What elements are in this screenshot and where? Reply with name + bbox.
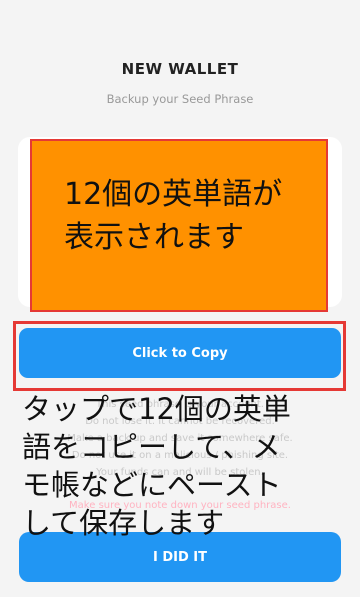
instruction-annotation: タップで12個の英単 語をコピーして、メ モ帳などにペースト して保存します: [22, 392, 291, 540]
page-title: NEW WALLET: [121, 60, 239, 78]
page-subtitle: Backup your Seed Phrase: [106, 92, 254, 106]
seed-phrase-annotation-overlay: 12個の英単語が 表示されます: [30, 139, 328, 312]
copy-button[interactable]: Click to Copy: [19, 328, 341, 378]
